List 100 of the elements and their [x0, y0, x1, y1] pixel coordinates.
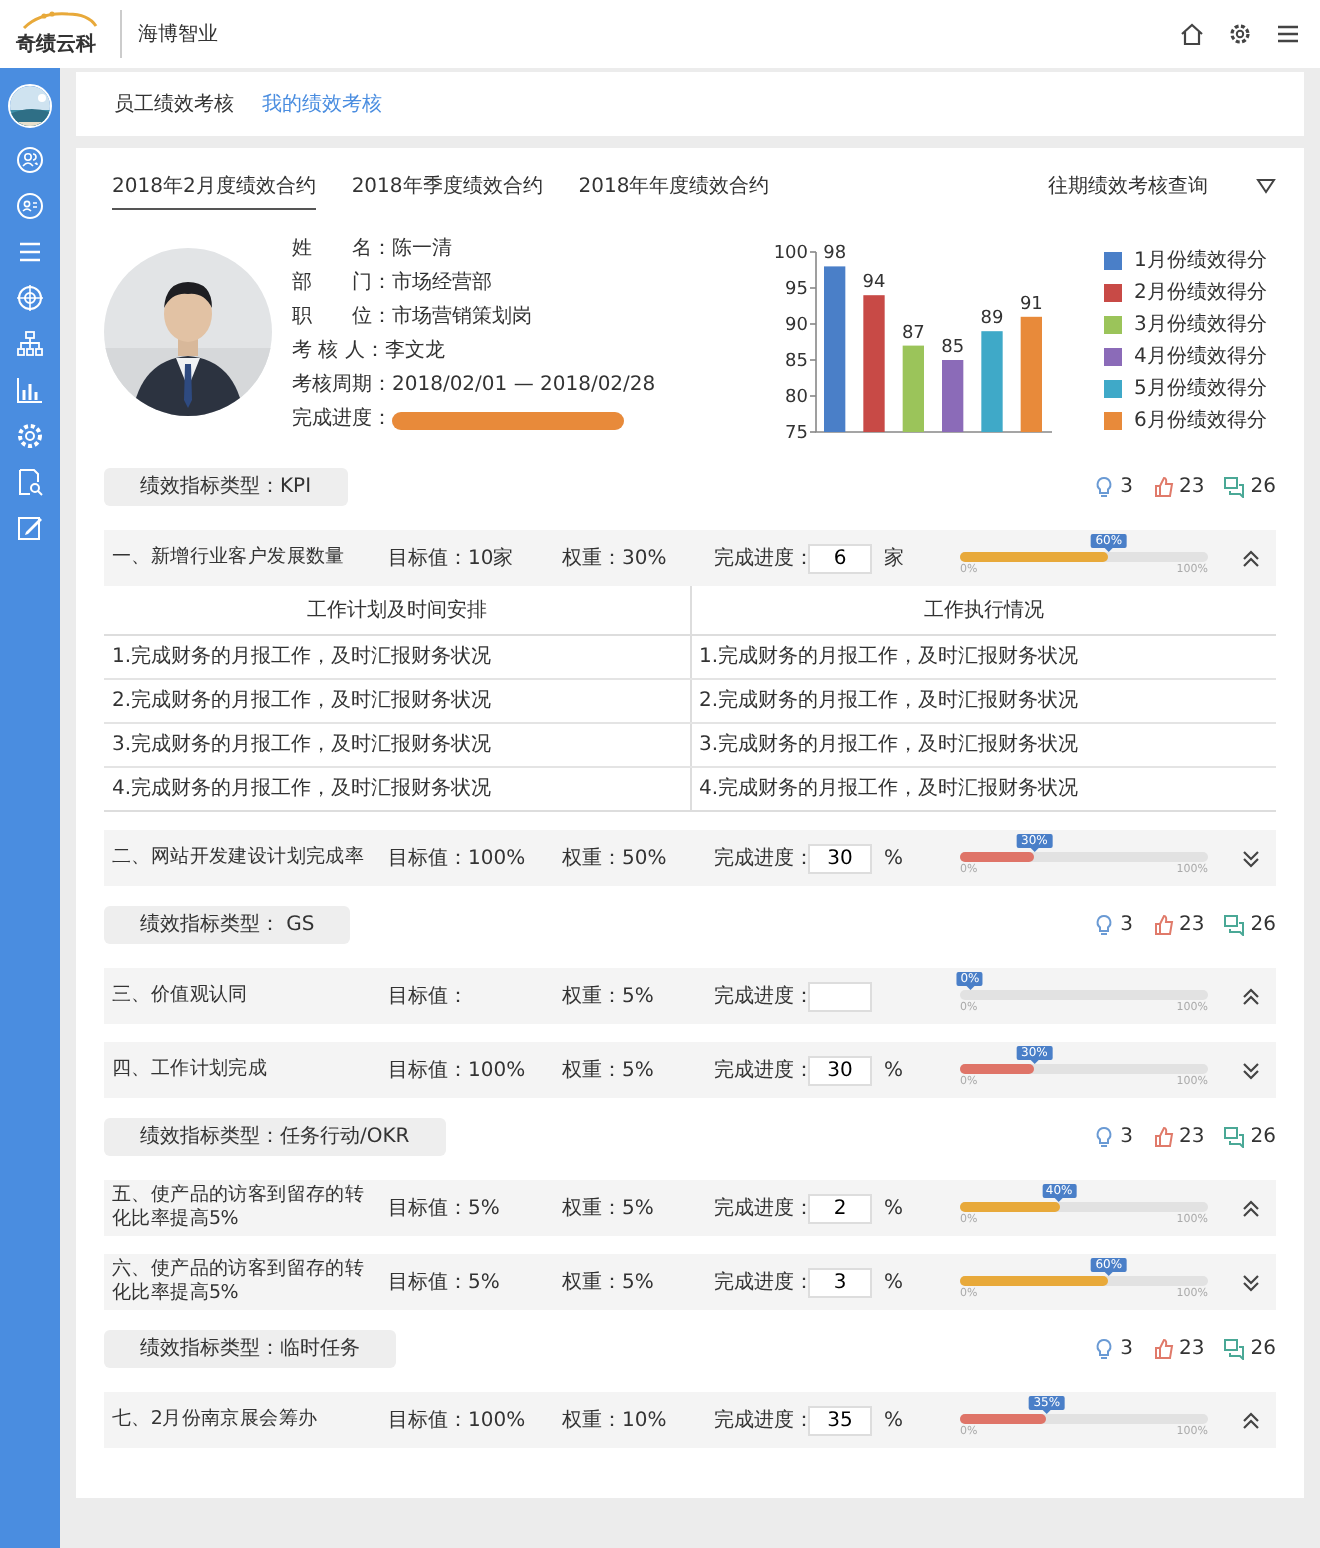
bar-value-label: 91 [1019, 294, 1043, 315]
table-cell: 4.完成财务的月报工作，及时汇报财务状况 [690, 766, 1276, 810]
legend-label: 1月份绩效得分 [1134, 248, 1267, 274]
progress-input[interactable]: 30 [808, 1055, 872, 1085]
chat-bubbles-icon[interactable] [1224, 1126, 1245, 1148]
profile-field: 部 门：市场经营部 [292, 270, 772, 298]
progress-label: 完成进度： [292, 406, 392, 434]
org-chart-icon[interactable] [16, 330, 44, 358]
axis-tick-label: 95 [785, 280, 808, 300]
target-icon[interactable] [16, 284, 44, 312]
logo-text: 奇绩云科 [16, 31, 96, 58]
lightbulb-icon[interactable] [1094, 1338, 1115, 1360]
tab[interactable]: 2018年季度绩效合约 [351, 163, 543, 209]
bar-value-label: 98 [823, 244, 847, 265]
profile-field: 姓 名：陈一清 [292, 236, 772, 264]
stat-count: 26 [1250, 1338, 1276, 1360]
legend-swatch [1104, 284, 1122, 302]
unit-label: 家 [882, 545, 906, 572]
axis-tick-label: 80 [785, 388, 808, 408]
indicator-name: 四、工作计划完成 [112, 1058, 270, 1082]
settings-icon[interactable] [1228, 22, 1252, 46]
category-label: 绩效指标类型：临时任务 [104, 1330, 396, 1368]
target-value: 目标值：10家 [388, 545, 516, 572]
bar [1020, 316, 1042, 432]
collapse-button[interactable] [1242, 549, 1260, 567]
target-value: 目标值：5% [388, 1269, 502, 1296]
weight-value: 权重：5% [562, 983, 656, 1010]
bar-value-label: 87 [901, 323, 925, 344]
legend-swatch [1104, 348, 1122, 366]
legend-label: 4月份绩效得分 [1134, 344, 1267, 370]
home-icon[interactable] [1180, 22, 1204, 46]
stat-count: 23 [1179, 914, 1205, 936]
tab[interactable]: 2018年年度绩效合约 [578, 163, 770, 209]
thumbs-up-icon[interactable] [1153, 914, 1174, 936]
nav-tab[interactable]: 员工绩效考核 [114, 90, 234, 118]
category-label: 绩效指标类型： GS [104, 906, 351, 944]
progress-label: 完成进度： [714, 545, 808, 572]
category-label: 绩效指标类型：KPI [104, 468, 348, 506]
target-value: 目标值：100% [388, 1407, 528, 1434]
thumbs-up-icon[interactable] [1153, 1126, 1174, 1148]
dropdown-triangle-icon[interactable] [1256, 178, 1276, 194]
progress-label: 完成进度： [714, 1407, 808, 1434]
chat-bubbles-icon[interactable] [1224, 1338, 1245, 1360]
bar [981, 331, 1003, 432]
progress-input[interactable]: 2 [808, 1193, 872, 1223]
thumbs-up-icon[interactable] [1153, 1338, 1174, 1360]
lightbulb-icon[interactable] [1094, 914, 1115, 936]
stat-count: 23 [1179, 1338, 1205, 1360]
lightbulb-icon[interactable] [1094, 476, 1115, 498]
weight-value: 权重：5% [562, 1269, 656, 1296]
legend-label: 2月份绩效得分 [1134, 280, 1267, 306]
stat-count: 26 [1250, 914, 1276, 936]
collapse-button[interactable] [1242, 987, 1260, 1005]
id-card-icon[interactable] [16, 192, 44, 220]
indicator-name: 五、使产品的访客到留存的转化比率提高5% [112, 1184, 367, 1232]
progress-input[interactable] [808, 981, 872, 1011]
tab[interactable]: 2018年2月度绩效合约 [112, 163, 316, 209]
bar-value-label: 89 [980, 309, 1004, 330]
progress-input[interactable]: 35 [808, 1405, 872, 1435]
indicator-name: 七、2月份南京展会筹办 [112, 1408, 320, 1432]
unit-label: % [882, 1059, 906, 1081]
edit-icon[interactable] [16, 514, 44, 542]
collapse-button[interactable] [1242, 1411, 1260, 1429]
lightbulb-icon[interactable] [1094, 1126, 1115, 1148]
table-cell: 2.完成财务的月报工作，及时汇报财务状况 [104, 678, 690, 722]
profile-field: 考核周期：2018/02/01 — 2018/02/28 [292, 372, 772, 400]
unit-label: % [882, 1271, 906, 1293]
axis-tick-label: 90 [785, 316, 808, 336]
expand-button[interactable] [1242, 849, 1260, 867]
collapse-button[interactable] [1242, 1199, 1260, 1217]
bar-chart-icon[interactable] [16, 376, 44, 404]
menu-icon[interactable] [1276, 22, 1300, 46]
document-search-icon[interactable] [16, 468, 44, 496]
expand-button[interactable] [1242, 1061, 1260, 1079]
target-value: 目标值： [388, 983, 470, 1010]
column-header: 工作执行情况 [690, 586, 1276, 634]
profile-field: 职 位：市场营销策划岗 [292, 304, 772, 332]
people-icon[interactable] [16, 146, 44, 174]
chat-bubbles-icon[interactable] [1224, 476, 1245, 498]
list-icon[interactable] [16, 238, 44, 266]
indicator-name: 三、价值观认同 [112, 984, 250, 1008]
history-query-link[interactable]: 往期绩效考核查询 [1036, 170, 1220, 202]
stat-count: 3 [1120, 1338, 1134, 1360]
weight-value: 权重：10% [562, 1407, 669, 1434]
weight-value: 权重：5% [562, 1195, 656, 1222]
thumbs-up-icon[interactable] [1153, 476, 1174, 498]
expand-button[interactable] [1242, 1273, 1260, 1291]
legend-label: 5月份绩效得分 [1134, 376, 1267, 402]
progress-label: 完成进度： [714, 1195, 808, 1222]
weight-value: 权重：30% [562, 545, 669, 572]
progress-input[interactable]: 30 [808, 843, 872, 873]
progress-input[interactable]: 3 [808, 1267, 872, 1297]
target-value: 目标值：100% [388, 1057, 528, 1084]
table-cell: 1.完成财务的月报工作，及时汇报财务状况 [104, 634, 690, 678]
chat-bubbles-icon[interactable] [1224, 914, 1245, 936]
unit-label: % [882, 1197, 906, 1219]
stat-count: 3 [1120, 476, 1134, 498]
gear-icon[interactable] [16, 422, 44, 450]
indicator-name: 二、网站开发建设计划完成率 [112, 846, 367, 870]
progress-input[interactable]: 6 [808, 543, 872, 573]
